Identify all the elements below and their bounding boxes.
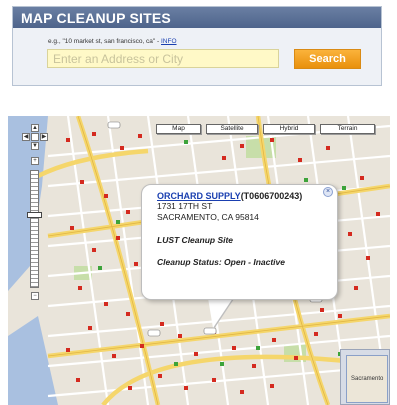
search-button[interactable]: Search bbox=[294, 49, 361, 69]
zoom-slider-thumb[interactable] bbox=[27, 212, 42, 218]
map-type-terrain-button[interactable]: Terrain bbox=[320, 124, 375, 134]
overview-map-label: Sacramento bbox=[351, 376, 384, 382]
address-input[interactable] bbox=[47, 49, 279, 68]
search-hint: e.g., "10 market st, san francisco, ca" … bbox=[48, 38, 177, 45]
map-type-controls: Map Satellite Hybrid Terrain bbox=[156, 124, 375, 134]
site-id: (T0606700243) bbox=[240, 191, 303, 201]
info-window: × ORCHARD SUPPLY(T0606700243) 1731 17TH … bbox=[141, 184, 338, 300]
site-name-link[interactable]: ORCHARD SUPPLY bbox=[157, 191, 241, 201]
pan-up-button[interactable]: ▲ bbox=[31, 124, 39, 132]
cleanup-type: LUST Cleanup Site bbox=[157, 235, 234, 245]
site-address-line1: 1731 17TH ST bbox=[157, 201, 213, 211]
map[interactable]: ▲ ◀ ▶ ▼ + − Map Satellite Hybrid Terrain… bbox=[8, 116, 390, 405]
close-icon[interactable]: × bbox=[323, 187, 333, 197]
pan-left-button[interactable]: ◀ bbox=[22, 133, 30, 141]
info-window-tail bbox=[208, 298, 233, 328]
search-panel: MAP CLEANUP SITES e.g., "10 market st, s… bbox=[12, 6, 382, 86]
map-type-satellite-button[interactable]: Satellite bbox=[206, 124, 258, 134]
zoom-control: ▲ ◀ ▶ ▼ + − bbox=[22, 124, 48, 314]
pan-right-button[interactable]: ▶ bbox=[40, 133, 48, 141]
site-title-line: ORCHARD SUPPLY(T0606700243) bbox=[157, 191, 337, 201]
info-link[interactable]: INFO bbox=[161, 38, 177, 45]
river-south bbox=[8, 316, 58, 405]
zoom-slider-track[interactable] bbox=[30, 170, 39, 288]
overview-map-inner: Sacramento bbox=[346, 355, 388, 403]
zoom-out-button[interactable]: − bbox=[31, 292, 39, 300]
cleanup-status: Cleanup Status: Open - Inactive bbox=[157, 257, 285, 267]
search-body: e.g., "10 market st, san francisco, ca" … bbox=[13, 28, 381, 86]
map-type-map-button[interactable]: Map bbox=[156, 124, 201, 134]
pan-center-button[interactable] bbox=[31, 133, 39, 141]
search-panel-title: MAP CLEANUP SITES bbox=[13, 7, 381, 28]
zoom-in-button[interactable]: + bbox=[31, 157, 39, 165]
pan-down-button[interactable]: ▼ bbox=[31, 142, 39, 150]
overview-map[interactable]: Sacramento bbox=[340, 349, 390, 405]
map-type-hybrid-button[interactable]: Hybrid bbox=[263, 124, 315, 134]
search-hint-text: e.g., "10 market st, san francisco, ca" … bbox=[48, 38, 161, 45]
site-address-line2: SACRAMENTO, CA 95814 bbox=[157, 212, 259, 222]
